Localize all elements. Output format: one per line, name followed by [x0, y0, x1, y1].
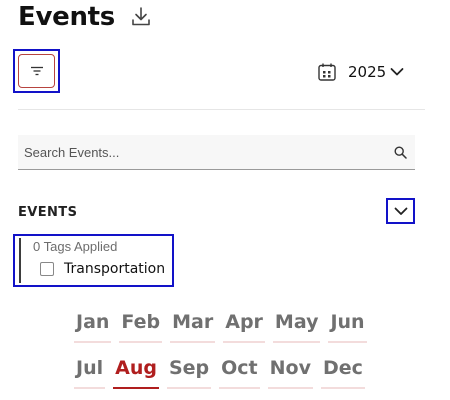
divider [18, 109, 425, 110]
tag-checkbox-transportation[interactable] [40, 262, 54, 276]
month-dec[interactable]: Dec [320, 355, 365, 389]
month-apr[interactable]: Apr [223, 309, 265, 343]
month-nov[interactable]: Nov [267, 355, 313, 389]
download-icon[interactable] [130, 6, 152, 28]
month-jul[interactable]: Jul [74, 355, 106, 389]
month-row: Jul Aug Sep Oct Nov Dec [74, 355, 365, 389]
tag-label-transportation[interactable]: Transportation [64, 261, 165, 277]
tags-indicator-line [19, 238, 21, 283]
month-jun[interactable]: Jun [328, 309, 367, 343]
year-label: 2025 [348, 63, 387, 81]
events-section-title: EVENTS [18, 205, 78, 220]
month-oct[interactable]: Oct [219, 355, 260, 389]
search-icon[interactable] [394, 146, 407, 159]
month-aug[interactable]: Aug [113, 355, 159, 389]
month-sep[interactable]: Sep [166, 355, 212, 389]
month-may[interactable]: May [272, 309, 321, 343]
tags-applied-count: 0 Tags Applied [33, 239, 118, 254]
month-mar[interactable]: Mar [170, 309, 216, 343]
year-selector[interactable]: 2025 [317, 61, 404, 83]
filter-icon [30, 66, 43, 76]
filter-button[interactable] [18, 54, 55, 88]
month-jan[interactable]: Jan [74, 309, 112, 343]
page-title: Events [18, 2, 115, 32]
events-collapse-toggle[interactable] [386, 198, 415, 224]
month-feb[interactable]: Feb [119, 309, 163, 343]
search-box [18, 135, 415, 170]
chevron-down-icon [390, 68, 404, 76]
month-row: Jan Feb Mar Apr May Jun [74, 309, 367, 343]
calendar-icon [318, 63, 336, 81]
search-input[interactable] [24, 135, 384, 169]
chevron-down-icon [394, 207, 407, 215]
